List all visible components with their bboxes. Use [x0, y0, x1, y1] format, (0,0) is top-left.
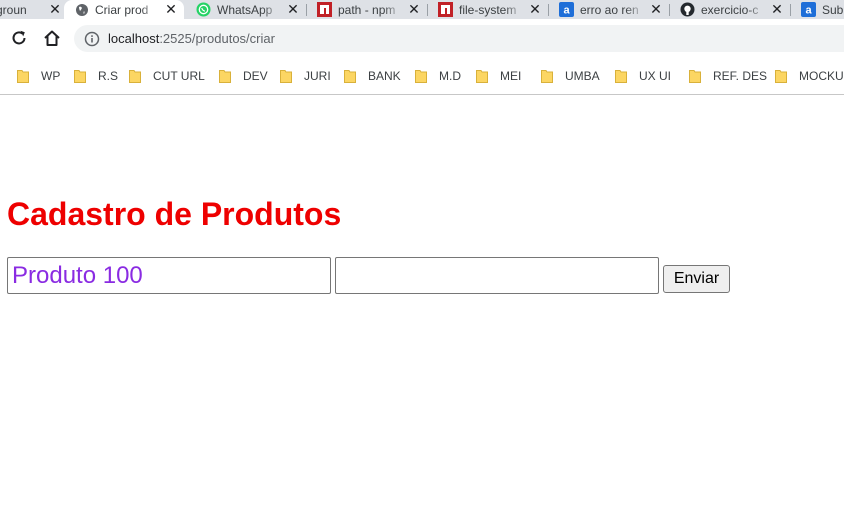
npm-icon	[438, 2, 453, 17]
bookmarks-bar: WP R.S CUT URL DEV JURI BANK M.D MEI UMB…	[0, 58, 844, 95]
folder-icon	[219, 69, 231, 83]
tab-4[interactable]: file-system ✕	[428, 0, 549, 19]
tab-strip: groun ✕ Criar prod ✕ WhatsApp ✕ path - n…	[0, 0, 844, 19]
bookmark-mei[interactable]: MEI	[476, 58, 521, 94]
bookmark-ux-ui[interactable]: UX UI	[615, 58, 671, 94]
close-icon[interactable]: ✕	[770, 1, 784, 18]
folder-icon	[17, 69, 29, 83]
bookmark-dev[interactable]: DEV	[219, 58, 268, 94]
whatsapp-icon	[196, 2, 211, 17]
tab-title: exercicio-c	[701, 2, 759, 17]
bookmark-label: MEI	[500, 69, 522, 83]
page-title: Cadastro de Produtos	[7, 196, 342, 232]
url-path: :2525/produtos/criar	[159, 31, 275, 46]
close-icon[interactable]: ✕	[649, 1, 663, 18]
folder-icon	[129, 69, 141, 83]
home-button[interactable]	[40, 26, 64, 50]
tab-title: WhatsApp	[217, 2, 273, 17]
npm-icon	[317, 2, 332, 17]
submit-button[interactable]: Enviar	[663, 265, 730, 293]
folder-icon	[74, 69, 86, 83]
bookmark-label: R.S	[98, 69, 119, 83]
bookmark-label: CUT URL	[153, 69, 205, 83]
close-icon[interactable]: ✕	[286, 1, 300, 18]
reload-icon	[12, 30, 26, 45]
folder-icon	[476, 69, 488, 83]
bookmark-label: M.D	[439, 69, 461, 83]
tab-title: Sub	[822, 2, 844, 17]
close-icon[interactable]: ✕	[528, 1, 542, 18]
tab-0[interactable]: groun ✕	[0, 0, 62, 19]
folder-icon	[344, 69, 356, 83]
folder-icon	[280, 69, 292, 83]
bookmark-wp[interactable]: WP	[17, 58, 60, 94]
browser-toolbar: localhost:2525/produtos/criar	[0, 19, 844, 58]
bookmark-label: JURI	[304, 69, 331, 83]
second-input[interactable]	[335, 257, 659, 294]
folder-icon	[775, 69, 787, 83]
tab-1[interactable]: Criar prod ✕	[64, 0, 184, 19]
bookmark-ref-des[interactable]: REF. DES	[689, 58, 767, 94]
folder-icon	[689, 69, 701, 83]
bookmark-label: WP	[41, 69, 61, 83]
tab-title: groun	[0, 2, 27, 17]
tab-3[interactable]: path - npm ✕	[307, 0, 428, 19]
a-icon: a	[559, 2, 574, 17]
bookmark-label: MOCKUP	[799, 69, 844, 83]
bookmark-label: BANK	[368, 69, 401, 83]
bookmark-rs[interactable]: R.S	[74, 58, 118, 94]
bookmark-label: UMBA	[565, 69, 600, 83]
tab-title: file-system	[459, 2, 517, 17]
bookmark-mockup[interactable]: MOCKUP	[775, 58, 844, 94]
bookmark-cut-url[interactable]: CUT URL	[129, 58, 205, 94]
close-icon[interactable]: ✕	[407, 1, 421, 18]
bookmark-label: REF. DES	[713, 69, 768, 83]
folder-icon	[615, 69, 627, 83]
product-name-input[interactable]	[7, 257, 331, 294]
github-icon	[680, 2, 695, 17]
globe-icon	[74, 2, 89, 17]
tab-5[interactable]: a erro ao ren ✕	[549, 0, 670, 19]
home-icon	[44, 30, 60, 46]
tab-6[interactable]: exercicio-c ✕	[670, 0, 791, 19]
reload-button[interactable]	[7, 26, 31, 50]
svg-text:a: a	[563, 5, 570, 17]
svg-text:a: a	[805, 5, 812, 17]
bookmark-bank[interactable]: BANK	[344, 58, 401, 94]
tab-title: erro ao ren	[580, 2, 639, 17]
bookmark-juri[interactable]: JURI	[280, 58, 331, 94]
bookmark-label: UX UI	[639, 69, 672, 83]
folder-icon	[415, 69, 427, 83]
tab-2[interactable]: WhatsApp ✕	[186, 0, 307, 19]
url-host: localhost	[108, 31, 160, 46]
tab-title: Criar prod	[95, 2, 149, 17]
folder-icon	[541, 69, 553, 83]
tab-7[interactable]: a Sub	[791, 0, 844, 19]
close-icon[interactable]: ✕	[164, 1, 178, 18]
info-icon[interactable]	[84, 31, 100, 47]
close-icon[interactable]: ✕	[48, 1, 62, 18]
tab-title: path - npm	[338, 2, 396, 17]
address-bar[interactable]: localhost:2525/produtos/criar	[74, 25, 844, 52]
bookmark-label: DEV	[243, 69, 268, 83]
bookmark-md[interactable]: M.D	[415, 58, 461, 94]
bookmark-umba[interactable]: UMBA	[541, 58, 600, 94]
a-icon: a	[801, 2, 816, 17]
